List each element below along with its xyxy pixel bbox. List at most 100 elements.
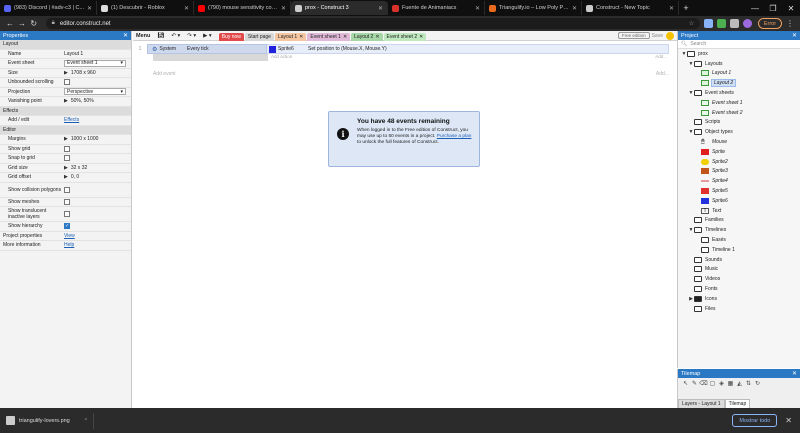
tree-item[interactable]: Easés xyxy=(678,235,800,245)
forward-icon[interactable]: → xyxy=(16,19,28,28)
editor-tab[interactable]: Buy now xyxy=(218,32,244,41)
property-row[interactable]: Projection Perspective ▾ xyxy=(0,88,131,97)
fill-icon[interactable]: ◈ xyxy=(717,380,726,387)
lock-icon[interactable]: 🔒︎ xyxy=(52,20,55,27)
tree-item[interactable]: Layout 2 xyxy=(678,78,800,88)
tree-item[interactable]: Layout 1 xyxy=(678,69,800,79)
extension-icon[interactable] xyxy=(704,19,714,28)
extension-icon[interactable] xyxy=(717,19,726,28)
checkbox[interactable] xyxy=(64,211,70,217)
close-icon[interactable]: ✕ xyxy=(419,34,423,40)
tree-item[interactable]: ▶ Icons xyxy=(678,294,800,304)
error-button[interactable]: Error xyxy=(757,18,783,29)
undo-icon[interactable]: ↶ ▾ xyxy=(171,33,180,39)
browser-tab[interactable]: (1) Descubrir - Roblox ✕ xyxy=(97,1,194,15)
property-row[interactable]: Unbounded scrolling xyxy=(0,78,131,88)
expand-icon[interactable]: ▶ xyxy=(64,174,68,180)
restore-icon[interactable]: ❐ xyxy=(764,4,782,13)
expand-icon[interactable]: ▶ xyxy=(64,165,68,171)
close-icon[interactable]: ✕ xyxy=(87,5,92,12)
tip-icon[interactable] xyxy=(666,31,674,40)
close-icon[interactable]: ✕ xyxy=(792,32,797,39)
event-condition[interactable]: ⚙ System Every tick xyxy=(147,44,267,54)
tree-item[interactable]: Timeline 1 xyxy=(678,245,800,255)
tree-item[interactable]: ▼ Object types xyxy=(678,127,800,137)
reload-icon[interactable]: ↻ xyxy=(28,19,40,28)
property-row[interactable]: Name Layout 1 xyxy=(0,50,131,59)
close-icon[interactable]: ✕ xyxy=(475,5,480,12)
tree-item[interactable]: Music xyxy=(678,265,800,275)
tree-item[interactable]: ▼ prox xyxy=(678,49,800,59)
property-text[interactable]: 50%, 50% xyxy=(71,98,94,104)
browser-tab[interactable]: Fuente de Animaniacs ✕ xyxy=(388,1,485,15)
address-bar[interactable]: 🔒︎ editor.construct.net ☆ xyxy=(45,18,701,29)
pointer-icon[interactable]: ↖ xyxy=(681,380,690,387)
add-event-more[interactable]: Add... xyxy=(656,71,669,77)
tree-item[interactable]: Scripts xyxy=(678,118,800,128)
property-row[interactable]: Project properties View xyxy=(0,232,131,241)
tree-item[interactable]: ▼ Layouts xyxy=(678,59,800,69)
tree-item[interactable]: Event sheet 2 xyxy=(678,108,800,118)
close-icon[interactable]: ✕ xyxy=(782,4,800,13)
show-all-button[interactable]: Mostrar todo xyxy=(732,414,778,427)
expand-icon[interactable]: ▶ xyxy=(64,98,68,104)
tree-item[interactable]: Fonts xyxy=(678,284,800,294)
checkbox[interactable] xyxy=(64,79,70,86)
close-icon[interactable]: ✕ xyxy=(375,34,379,40)
tree-item[interactable]: T Text xyxy=(678,206,800,216)
flip-icon[interactable]: ⇅ xyxy=(744,380,753,387)
editor-tab[interactable]: Event sheet 1 ✕ xyxy=(307,32,351,41)
chevron-up-icon[interactable]: ^ xyxy=(85,418,87,424)
property-row[interactable]: Margins ▶ 1000 x 1000 xyxy=(0,135,131,145)
property-text[interactable]: 1708 x 960 xyxy=(71,70,96,76)
save-icon[interactable]: 💾︎ xyxy=(157,33,164,39)
tree-item[interactable]: Videos xyxy=(678,274,800,284)
purchase-plan-link[interactable]: Purchase a plan xyxy=(437,134,472,139)
save-button[interactable]: Save xyxy=(652,33,663,39)
tree-item[interactable]: Sprite6 xyxy=(678,196,800,206)
close-icon[interactable]: ✕ xyxy=(123,32,128,39)
editor-tab[interactable]: Event sheet 2 ✕ xyxy=(383,32,427,41)
avatar[interactable] xyxy=(742,19,752,28)
property-link[interactable]: Help xyxy=(64,242,74,248)
property-row[interactable]: Grid size ▶ 32 x 32 xyxy=(0,164,131,173)
close-icon[interactable]: ✕ xyxy=(343,34,347,40)
checkbox[interactable] xyxy=(64,186,70,193)
tree-item[interactable]: Sprite xyxy=(678,147,800,157)
browser-tab[interactable]: (983) Discord | #adv-c3 | C... ✕ xyxy=(0,1,97,15)
checkbox[interactable] xyxy=(64,198,70,205)
property-row[interactable]: Show meshes xyxy=(0,198,131,207)
expand-icon[interactable]: ▶ xyxy=(64,70,68,76)
close-icon[interactable]: ✕ xyxy=(281,5,286,12)
download-item[interactable]: triangulify-lovers.png ^ xyxy=(6,412,94,429)
free-edition-badge[interactable]: Free edition xyxy=(617,32,650,39)
property-text[interactable]: Layout 1 xyxy=(64,51,83,57)
redo-icon[interactable]: ↷ ▾ xyxy=(187,33,196,39)
add-action-link[interactable]: Add action xyxy=(271,54,292,61)
property-row[interactable]: More information Help xyxy=(0,241,131,251)
close-icon[interactable]: ✕ xyxy=(378,5,383,12)
rotate-icon[interactable]: ↻ xyxy=(753,380,762,387)
panel-tab[interactable]: Layers - Layout 1 xyxy=(678,399,725,408)
panel-tab[interactable]: Tilemap xyxy=(724,399,751,408)
browser-tab[interactable]: Construct - New Topic ✕ xyxy=(582,1,679,15)
browser-tab[interactable]: prox - Construct 3 ✕ xyxy=(291,1,388,15)
tree-item[interactable]: Sprite4 xyxy=(678,176,800,186)
mirror-icon[interactable]: ◭ xyxy=(735,380,744,387)
editor-tab[interactable]: Start page xyxy=(244,32,274,41)
pencil-icon[interactable]: ✎ xyxy=(690,380,699,387)
eraser-icon[interactable]: ⌫ xyxy=(699,380,708,387)
rectangle-icon[interactable]: ▢ xyxy=(708,380,717,387)
property-row[interactable]: Event sheet Event sheet 1 ▾ xyxy=(0,59,131,69)
editor-tab[interactable]: Layout 1 ✕ xyxy=(274,32,307,41)
new-tab-button[interactable]: + xyxy=(679,3,693,13)
property-link[interactable]: View xyxy=(64,233,75,239)
close-icon[interactable]: ✕ xyxy=(785,416,792,425)
editor-tab[interactable]: Layout 2 ✕ xyxy=(351,32,383,41)
star-icon[interactable]: ☆ xyxy=(689,20,694,27)
add-event-link[interactable]: Add event xyxy=(153,71,176,77)
minimize-icon[interactable]: — xyxy=(746,4,764,13)
tree-item[interactable]: Files xyxy=(678,304,800,314)
property-select[interactable]: Event sheet 1 ▾ xyxy=(64,59,126,67)
property-select[interactable]: Perspective ▾ xyxy=(64,88,126,96)
